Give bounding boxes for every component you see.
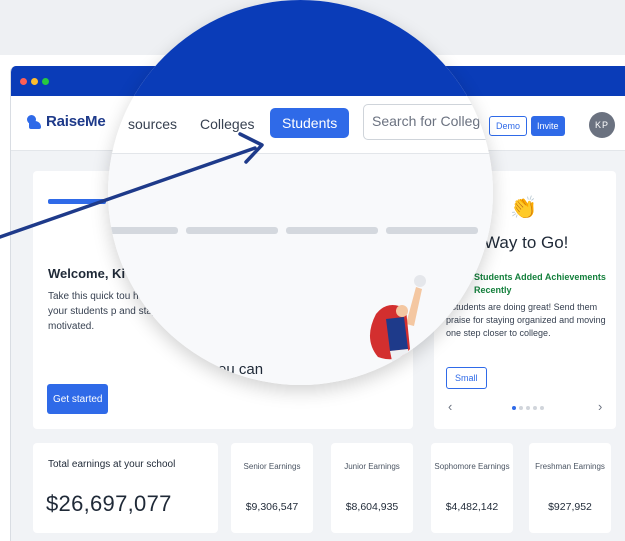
earnings-value: $4,482,142 <box>445 501 499 513</box>
achievements-title: Way to Go! <box>484 233 569 252</box>
progress-step <box>386 227 478 234</box>
carousel-dot[interactable] <box>533 406 537 410</box>
carousel-dots <box>512 406 544 410</box>
welcome-progress-strip <box>48 199 106 204</box>
carousel-dot[interactable] <box>526 406 530 410</box>
carousel-dot[interactable] <box>512 406 516 410</box>
sophomore-earnings-card: Sophomore Earnings $4,482,142 <box>431 443 513 533</box>
college-search-input[interactable]: Search for Colleg <box>363 104 493 140</box>
earnings-value: $8,604,935 <box>345 501 399 513</box>
earnings-label: Senior Earnings <box>243 462 301 471</box>
total-earnings-value: $26,697,077 <box>46 491 172 516</box>
achievements-subtitle: Students Added Achievements Recently <box>474 272 606 295</box>
earnings-label: Junior Earnings <box>344 462 400 471</box>
freshman-earnings-card: Freshman Earnings $927,952 <box>529 443 611 533</box>
carousel-dot[interactable] <box>519 406 523 410</box>
maximize-window-dot[interactable] <box>42 78 49 85</box>
user-avatar[interactable]: KP <box>589 112 615 138</box>
minimize-window-dot[interactable] <box>31 78 38 85</box>
total-earnings-label: Total earnings at your school <box>48 459 176 470</box>
progress-step <box>286 227 378 234</box>
close-window-dot[interactable] <box>20 78 27 85</box>
earnings-value: $927,952 <box>548 501 592 513</box>
earnings-label: Sophomore Earnings <box>434 462 510 471</box>
nav-resources[interactable]: sources <box>128 116 177 132</box>
nav-colleges[interactable]: Colleges <box>200 116 254 132</box>
earnings-label: Freshman Earnings <box>535 462 605 471</box>
earnings-value: $9,306,547 <box>245 501 299 513</box>
magnifier-callout: sources Colleges Students Search for Col… <box>108 0 493 385</box>
progress-step <box>186 227 278 234</box>
demo-button[interactable]: Demo <box>489 116 528 136</box>
welcome-partial-text: ou can <box>218 361 264 378</box>
raiseme-logo-icon <box>27 114 41 129</box>
senior-earnings-card: Senior Earnings $9,306,547 <box>231 443 313 533</box>
magnified-content: ou can <box>108 154 493 385</box>
get-started-button[interactable]: Get started <box>47 384 109 414</box>
brand-name: RaiseMe <box>46 113 106 130</box>
carousel-dot[interactable] <box>540 406 544 410</box>
progress-step <box>108 227 178 234</box>
raiseme-logo[interactable]: RaiseMe <box>27 113 106 130</box>
magnifier-titlebar <box>108 0 493 96</box>
clapping-hands-icon: 👏 <box>510 195 538 220</box>
carousel-prev-icon[interactable]: ‹ <box>448 399 452 414</box>
magnified-navbar: sources Colleges Students Search for Col… <box>108 96 493 154</box>
invite-button[interactable]: Invite <box>531 116 565 136</box>
junior-earnings-card: Junior Earnings $8,604,935 <box>331 443 413 533</box>
total-earnings-card: Total earnings at your school $26,697,07… <box>33 443 218 533</box>
celebrating-student-illustration <box>369 275 426 381</box>
nav-students-button[interactable]: Students <box>270 108 350 138</box>
carousel-next-icon[interactable]: › <box>598 399 602 414</box>
